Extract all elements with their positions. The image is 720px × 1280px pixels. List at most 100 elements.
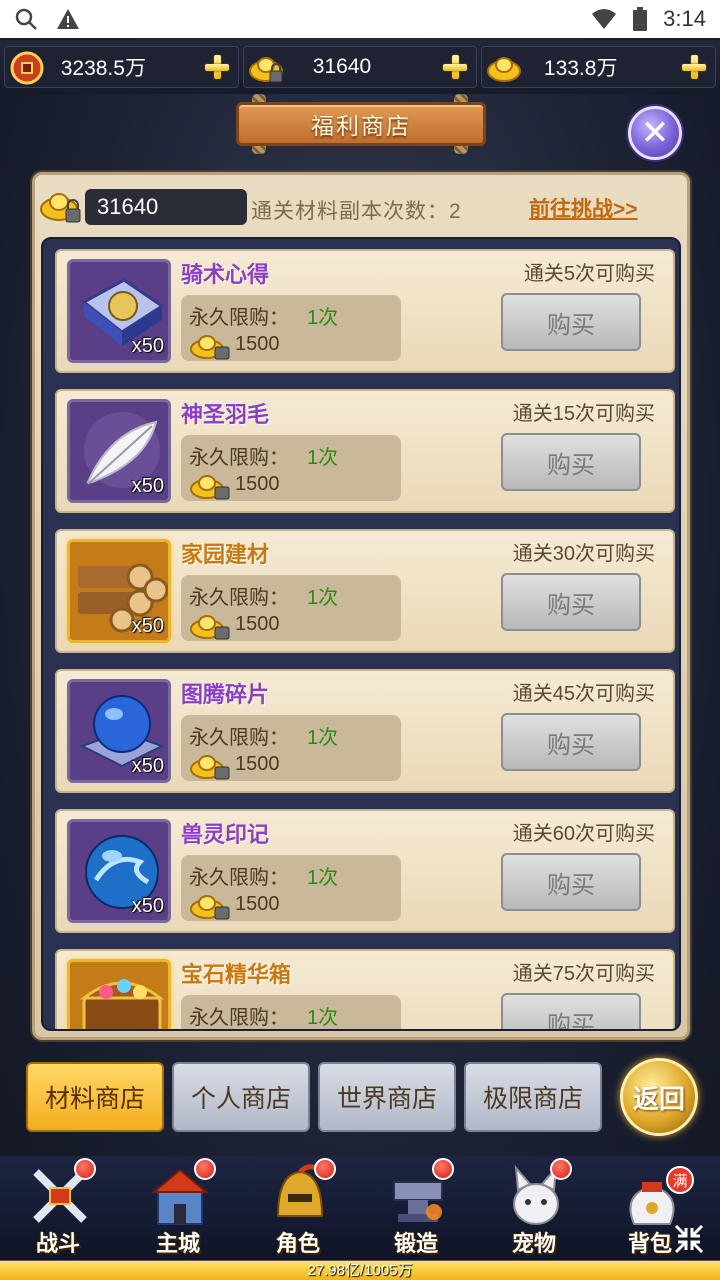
item-info-box: 永久限购： 1次 1500 (181, 435, 401, 501)
experience-bar: 27.98亿/1005万 (0, 1260, 720, 1280)
wifi-icon (592, 9, 617, 29)
tab-personal-shop[interactable]: 个人商店 (172, 1062, 310, 1132)
unlock-requirement: 通关60次可购买 (512, 823, 655, 845)
limit-value: 1次 (307, 587, 339, 609)
tab-world-shop[interactable]: 世界商店 (318, 1062, 456, 1132)
buy-button-label: 购买 (547, 311, 595, 339)
limit-label: 永久限购： (189, 587, 289, 609)
locked-ingot-icon (190, 755, 230, 780)
limit-value: 1次 (307, 867, 339, 889)
buy-button[interactable]: 购买 (501, 293, 641, 351)
notification-dot (194, 1158, 216, 1180)
status-time: 3:14 (663, 6, 706, 31)
buy-button-label: 购买 (547, 1011, 595, 1031)
tab-label: 材料商店 (44, 1085, 145, 1113)
add-copper-button[interactable] (202, 52, 232, 82)
buy-button[interactable]: 购买 (501, 853, 641, 911)
item-price: 1500 (235, 613, 280, 635)
tab-label: 世界商店 (336, 1085, 437, 1113)
gold-ingot-icon (487, 57, 522, 82)
item-price: 1500 (235, 333, 280, 355)
currency-locked-ingot: 31640 (242, 46, 478, 88)
currency-gold-ingot: 133.8万 (481, 46, 717, 88)
unlock-requirement: 通关15次可购买 (512, 403, 655, 425)
limit-label: 永久限购： (189, 447, 289, 469)
locked-ingot-icon (248, 57, 283, 83)
item-quantity: x50 (131, 615, 164, 637)
close-button[interactable]: ✕ (628, 106, 682, 160)
item-name: 骑术心得 (181, 262, 270, 287)
back-button-label: 返回 (632, 1084, 685, 1115)
item-thumbnail[interactable]: x50 (67, 679, 171, 783)
limit-value: 1次 (307, 447, 339, 469)
nav-battle[interactable]: 战斗 (8, 1156, 108, 1260)
buy-button[interactable]: 购买 (501, 713, 641, 771)
go-challenge-link[interactable]: 前往挑战>> (529, 193, 638, 223)
add-locked-ingot-button[interactable] (440, 52, 470, 82)
shop-item: x50 家园建材 通关30次可购买 永久限购： 1次 1500 购买 (55, 529, 675, 653)
nav-label: 锻造 (393, 1231, 438, 1256)
shop-header: 31640 通关材料副本次数：2 前往挑战>> (35, 175, 687, 237)
locked-ingot-icon (190, 615, 230, 640)
buy-button-label: 购买 (547, 451, 595, 479)
item-info-box: 永久限购： 1次 (181, 995, 401, 1029)
buy-button-label: 购买 (547, 871, 595, 899)
unlock-requirement: 通关30次可购买 (512, 543, 655, 565)
item-name: 家园建材 (181, 542, 270, 567)
tab-material-shop[interactable]: 材料商店 (26, 1062, 164, 1132)
buy-button[interactable]: 购买 (501, 993, 641, 1031)
nav-character[interactable]: 角色 (248, 1156, 348, 1260)
buy-button[interactable]: 购买 (501, 433, 641, 491)
locked-ingot-icon (40, 193, 81, 223)
limit-value: 1次 (307, 307, 339, 329)
item-quantity: x50 (131, 755, 164, 777)
nav-label: 角色 (275, 1231, 320, 1256)
shop-panel: 31640 通关材料副本次数：2 前往挑战>> x50 骑术心得 通关5次可购买… (32, 172, 690, 1040)
limit-label: 永久限购： (189, 1007, 289, 1029)
unlock-requirement: 通关75次可购买 (512, 963, 655, 985)
search-icon (15, 8, 37, 30)
item-list[interactable]: x50 骑术心得 通关5次可购买 永久限购： 1次 1500 购买 x50 神圣… (41, 237, 681, 1031)
back-button[interactable]: 返回 (620, 1058, 698, 1136)
locked-ingot-icon (190, 475, 230, 500)
nav-pet[interactable]: 宠物 (484, 1156, 584, 1260)
locked-ingot-icon (190, 335, 230, 360)
item-info-box: 永久限购： 1次 1500 (181, 295, 401, 361)
tab-label: 个人商店 (190, 1085, 291, 1113)
notification-dot (550, 1158, 572, 1180)
item-price: 1500 (235, 753, 280, 775)
nav-forge[interactable]: 锻造 (366, 1156, 466, 1260)
item-info-box: 永久限购： 1次 1500 (181, 575, 401, 641)
nav-main-city[interactable]: 主城 (128, 1156, 228, 1260)
shop-item: x50 兽灵印记 通关60次可购买 永久限购： 1次 1500 购买 (55, 809, 675, 933)
shop-title-board: 福利商店 (222, 90, 500, 158)
collapse-arrows-icon[interactable] (672, 1222, 706, 1256)
shop-item: x50 神圣羽毛 通关15次可购买 永久限购： 1次 1500 购买 (55, 389, 675, 513)
buy-button[interactable]: 购买 (501, 573, 641, 631)
item-name: 兽灵印记 (181, 822, 270, 847)
bottom-nav: 战斗 主城 角色 锻造 宠物 满 背包 (0, 1156, 720, 1260)
item-quantity: x50 (131, 895, 164, 917)
warning-icon (57, 9, 79, 29)
item-thumbnail[interactable]: x50 (67, 539, 171, 643)
item-thumbnail[interactable] (67, 959, 171, 1029)
nav-label: 主城 (155, 1231, 200, 1256)
item-quantity: x50 (131, 475, 164, 497)
battery-icon (633, 7, 648, 31)
tab-extreme-shop[interactable]: 极限商店 (464, 1062, 602, 1132)
shop-item: x50 图腾碎片 通关45次可购买 永久限购： 1次 1500 购买 (55, 669, 675, 793)
header-money-value: 31640 (97, 194, 159, 219)
item-thumbnail[interactable]: x50 (67, 259, 171, 363)
tab-label: 极限商店 (482, 1085, 583, 1113)
shop-item: 宝石精华箱 通关75次可购买 永久限购： 1次 购买 (55, 949, 675, 1031)
dungeon-clear-count: 通关材料副本次数：2 (251, 200, 462, 223)
item-info-box: 永久限购： 1次 1500 (181, 855, 401, 921)
add-gold-ingot-button[interactable] (679, 52, 709, 82)
item-name: 宝石精华箱 (181, 962, 292, 987)
item-thumbnail[interactable]: x50 (67, 399, 171, 503)
title-plank: 福利商店 (236, 102, 486, 146)
notification-dot (432, 1158, 454, 1180)
nav-label: 宠物 (511, 1231, 556, 1256)
item-quantity: x50 (131, 335, 164, 357)
item-thumbnail[interactable]: x50 (67, 819, 171, 923)
